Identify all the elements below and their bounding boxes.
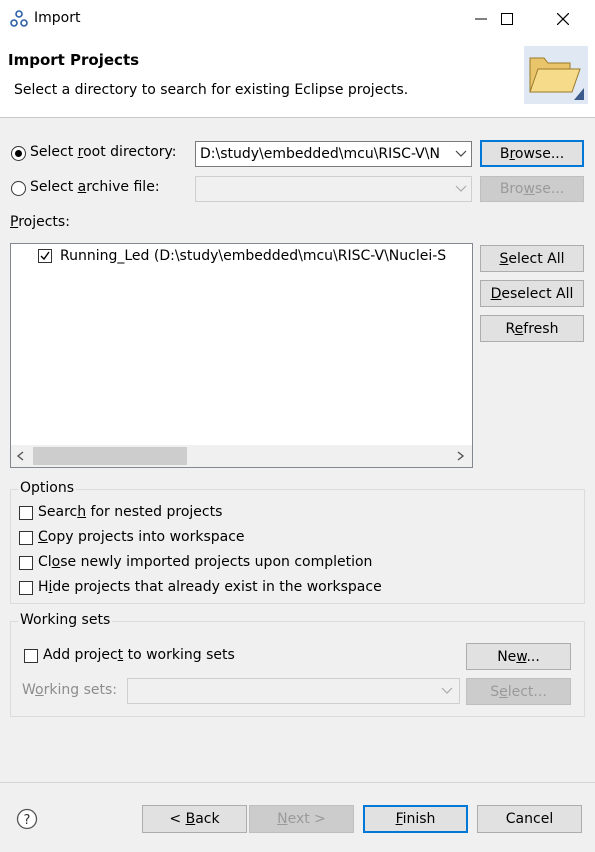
root-directory-label: Select root directory:: [30, 144, 177, 160]
checkmark-icon: [40, 251, 50, 261]
root-directory-value: D:\study\embedded\mcu\RISC-V\N: [200, 146, 440, 162]
options-title: Options: [18, 480, 77, 496]
copy-projects-checkbox[interactable]: [19, 531, 33, 545]
scroll-right-icon[interactable]: [457, 451, 465, 461]
nested-projects-checkbox[interactable]: [19, 506, 33, 520]
nested-projects-label: Search for nested projects: [38, 504, 223, 520]
chevron-down-icon: [441, 687, 453, 694]
browse-archive-label: Browse...: [499, 181, 565, 197]
working-sets-label: Working sets:: [22, 682, 117, 698]
back-label: < Back: [169, 811, 220, 827]
working-sets-title: Working sets: [18, 612, 113, 628]
next-label: Next >: [277, 811, 326, 827]
chevron-down-icon: [455, 185, 467, 192]
browse-button-label: Browse...: [499, 145, 565, 162]
eclipse-import-icon: [10, 10, 28, 27]
page-title: Import Projects: [8, 51, 140, 69]
close-icon: [557, 13, 569, 25]
horizontal-scrollbar[interactable]: [11, 445, 472, 467]
browse-archive-button[interactable]: Browse...: [480, 176, 584, 202]
new-working-set-button[interactable]: New...: [466, 643, 571, 670]
browse-button[interactable]: Browse...: [480, 140, 584, 167]
close-imported-label: Close newly imported projects upon compl…: [38, 554, 373, 570]
project-item-label: Running_Led (D:\study\embedded\mcu\RISC-…: [60, 248, 447, 264]
deselect-all-button[interactable]: Deselect All: [480, 280, 584, 307]
cancel-label: Cancel: [505, 811, 554, 827]
help-icon[interactable]: ?: [16, 808, 38, 830]
chevron-down-icon: [455, 150, 467, 157]
root-directory-combo[interactable]: D:\study\embedded\mcu\RISC-V\N: [195, 141, 472, 167]
archive-file-label: Select archive file:: [30, 179, 160, 195]
select-all-button[interactable]: Select All: [480, 245, 584, 272]
root-directory-radio[interactable]: [11, 146, 26, 161]
hide-existing-label: Hide projects that already exist in the …: [38, 579, 382, 595]
select-working-set-label: Select...: [490, 683, 547, 700]
working-sets-combo[interactable]: [127, 678, 460, 704]
close-button[interactable]: [540, 0, 586, 38]
page-subtitle: Select a directory to search for existin…: [14, 82, 409, 98]
add-working-set-label: Add project to working sets: [43, 647, 235, 663]
footer-divider: [0, 782, 595, 783]
scrollbar-thumb[interactable]: [33, 447, 187, 465]
hide-existing-checkbox[interactable]: [19, 581, 33, 595]
maximize-button[interactable]: [484, 0, 530, 38]
close-imported-checkbox[interactable]: [19, 556, 33, 570]
project-checkbox[interactable]: [38, 249, 52, 263]
projects-label: Projects:: [10, 214, 70, 230]
finish-button[interactable]: Finish: [363, 805, 468, 833]
window-title: Import: [34, 10, 81, 26]
deselect-all-label: Deselect All: [490, 285, 574, 302]
finish-label: Finish: [395, 811, 436, 827]
refresh-button[interactable]: Refresh: [480, 315, 584, 342]
copy-projects-label: Copy projects into workspace: [38, 529, 245, 545]
add-working-set-checkbox[interactable]: [24, 649, 38, 663]
refresh-label: Refresh: [505, 320, 559, 337]
archive-file-combo[interactable]: [195, 176, 472, 202]
next-button[interactable]: Next >: [249, 805, 354, 833]
wizard-header: [0, 38, 595, 118]
folder-banner-icon: [524, 46, 588, 104]
new-working-set-label: New...: [497, 648, 540, 665]
archive-file-radio[interactable]: [11, 181, 26, 196]
select-working-set-button[interactable]: Select...: [466, 678, 571, 705]
back-button[interactable]: < Back: [142, 805, 247, 833]
select-all-label: Select All: [499, 250, 565, 267]
projects-list[interactable]: Running_Led (D:\study\embedded\mcu\RISC-…: [10, 243, 473, 468]
scroll-left-icon[interactable]: [16, 451, 24, 461]
maximize-icon: [501, 13, 513, 25]
cancel-button[interactable]: Cancel: [477, 805, 582, 833]
svg-text:?: ?: [24, 813, 31, 828]
